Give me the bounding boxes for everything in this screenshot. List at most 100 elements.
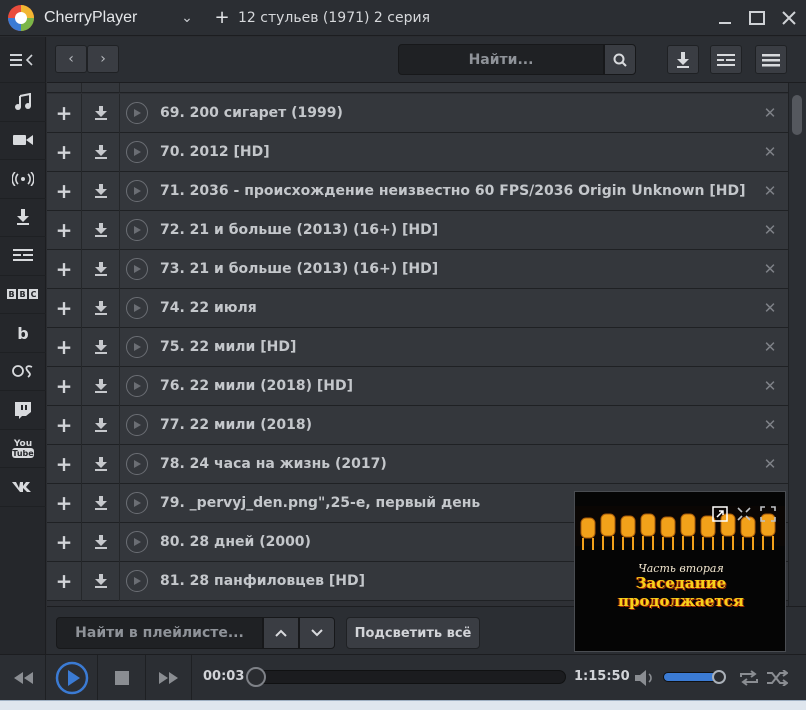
playlist-item-title[interactable]: 69. 200 сигарет (1999) [160, 105, 752, 121]
playlist-row[interactable]: +74. 22 июля ✕ [47, 288, 788, 328]
remove-item-button[interactable]: ✕ [752, 338, 788, 356]
download-button[interactable] [82, 171, 120, 211]
play-item-button[interactable] [126, 102, 148, 124]
remove-item-button[interactable]: ✕ [752, 416, 788, 434]
remove-item-button[interactable]: ✕ [752, 143, 788, 161]
play-button[interactable] [46, 655, 98, 701]
download-button[interactable] [82, 93, 120, 133]
add-to-queue-button[interactable]: + [47, 288, 82, 328]
add-to-queue-button[interactable]: + [47, 132, 82, 172]
subtitles-button[interactable] [710, 45, 742, 74]
sidebar-item-subtitles[interactable] [0, 237, 46, 276]
play-item-button[interactable] [126, 570, 148, 592]
seek-handle[interactable] [246, 667, 267, 687]
download-button[interactable] [82, 132, 120, 172]
download-button[interactable] [82, 327, 120, 367]
tab-title[interactable]: 12 стульев (1971) 2 серия [238, 10, 430, 26]
playlist-row[interactable]: +77. 22 мили (2018) ✕ [47, 405, 788, 445]
playlist-scrollbar[interactable] [788, 83, 806, 606]
play-item-button[interactable] [126, 219, 148, 241]
add-to-queue-button[interactable]: + [47, 405, 82, 445]
add-to-queue-button[interactable]: + [47, 249, 82, 289]
seek-bar[interactable] [256, 670, 566, 684]
playlist-item-title[interactable]: 73. 21 и больше (2013) (16+) [HD] [160, 261, 752, 277]
shuffle-button[interactable] [766, 669, 789, 690]
remove-item-button[interactable]: ✕ [752, 182, 788, 200]
sidebar-item-youtube[interactable]: You Tube [0, 430, 46, 468]
download-button[interactable] [82, 561, 120, 601]
play-item-button[interactable] [126, 258, 148, 280]
sidebar-item-radio[interactable] [0, 160, 46, 199]
playlist-item-title[interactable]: 77. 22 мили (2018) [160, 417, 752, 433]
play-item-button[interactable] [126, 297, 148, 319]
sidebar-item-bandcamp[interactable]: b [0, 314, 46, 353]
sidebar-item-music[interactable] [0, 83, 46, 122]
search-next-button[interactable] [299, 617, 335, 649]
playlist-row[interactable]: +70. 2012 [HD] ✕ [47, 132, 788, 172]
remove-item-button[interactable]: ✕ [752, 260, 788, 278]
sidebar-item-video[interactable] [0, 122, 46, 160]
download-button[interactable] [82, 405, 120, 445]
fast-forward-button[interactable] [146, 655, 192, 701]
play-item-button[interactable] [126, 375, 148, 397]
playlist-row[interactable]: +73. 21 и больше (2013) (16+) [HD] ✕ [47, 249, 788, 289]
video-preview[interactable]: Часть вторая Заседание продолжается [574, 491, 786, 652]
sidebar-item-twitch[interactable] [0, 391, 46, 430]
remove-item-button[interactable]: ✕ [752, 299, 788, 317]
add-button[interactable]: + [47, 83, 82, 93]
fullscreen-exit-button[interactable] [735, 506, 753, 524]
playlist-item-title[interactable]: 76. 22 мили (2018) [HD] [160, 378, 752, 394]
playlist-item-title[interactable]: 70. 2012 [HD] [160, 144, 752, 160]
add-to-queue-button[interactable]: + [47, 327, 82, 367]
close-button[interactable] [774, 3, 804, 33]
add-to-queue-button[interactable]: + [47, 561, 82, 601]
sidebar-item-bbc[interactable]: BBC [0, 276, 46, 314]
download-button[interactable] [82, 483, 120, 523]
play-item-button[interactable] [126, 141, 148, 163]
download-button[interactable] [82, 83, 120, 93]
remove-item-button[interactable]: ✕ [752, 221, 788, 239]
forward-button[interactable]: › [87, 45, 119, 73]
main-menu-button[interactable] [755, 45, 787, 74]
play-item-button[interactable] [126, 492, 148, 514]
add-to-queue-button[interactable]: + [47, 366, 82, 406]
playlist-row[interactable]: +76. 22 мили (2018) [HD] ✕ [47, 366, 788, 406]
search-input[interactable]: Найти... [398, 44, 604, 75]
add-to-queue-button[interactable]: + [47, 93, 82, 133]
back-button[interactable]: ‹ [55, 45, 87, 73]
remove-item-button[interactable]: ✕ [752, 455, 788, 473]
playlist-row[interactable]: +78. 24 часа на жизнь (2017) ✕ [47, 444, 788, 484]
repeat-button[interactable] [738, 670, 760, 690]
app-menu-chevron-icon[interactable]: ⌄ [172, 10, 202, 26]
play-item-button[interactable] [126, 414, 148, 436]
playlist-item-title[interactable]: 74. 22 июля [160, 300, 752, 316]
download-button[interactable] [82, 366, 120, 406]
add-to-queue-button[interactable]: + [47, 522, 82, 562]
add-to-queue-button[interactable]: + [47, 210, 82, 250]
download-button[interactable] [82, 522, 120, 562]
expand-button[interactable] [711, 506, 729, 524]
add-to-queue-button[interactable]: + [47, 483, 82, 523]
playlist-row[interactable]: +72. 21 и больше (2013) (16+) [HD] ✕ [47, 210, 788, 250]
highlight-all-button[interactable]: Подсветить всё [346, 617, 480, 649]
play-item-button[interactable] [126, 531, 148, 553]
playlist-row[interactable]: +71. 2036 - происхождение неизвестно 60 … [47, 171, 788, 211]
add-tab-button[interactable]: + [208, 7, 236, 28]
playlist-row-partial[interactable]: + [47, 83, 788, 93]
playlist-row[interactable]: +69. 200 сигарет (1999) ✕ [47, 93, 788, 133]
remove-item-button[interactable]: ✕ [752, 104, 788, 122]
play-item-button[interactable] [126, 180, 148, 202]
playlist-item-title[interactable]: 71. 2036 - происхождение неизвестно 60 F… [160, 183, 752, 199]
playlist-item-title[interactable]: 78. 24 часа на жизнь (2017) [160, 456, 752, 472]
playlist-search-input[interactable]: Найти в плейлисте... [56, 617, 263, 649]
volume-handle[interactable] [712, 670, 726, 684]
sidebar-item-vk[interactable] [0, 468, 46, 507]
playlist-item-title[interactable]: 72. 21 и больше (2013) (16+) [HD] [160, 222, 752, 238]
volume-button[interactable] [634, 668, 656, 692]
sidebar-item-downloads[interactable] [0, 199, 46, 237]
add-to-queue-button[interactable]: + [47, 171, 82, 211]
search-previous-button[interactable] [263, 617, 299, 649]
sidebar-item-lastfm[interactable] [0, 353, 46, 391]
scrollbar-thumb[interactable] [792, 95, 802, 135]
play-item-button[interactable] [126, 453, 148, 475]
